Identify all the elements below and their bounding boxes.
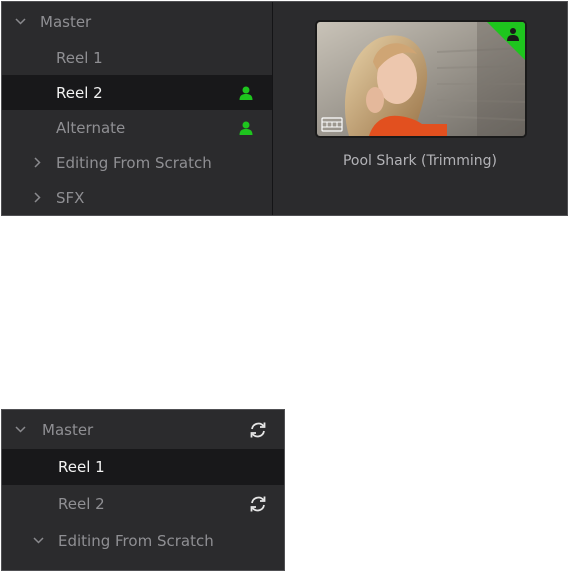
chevron-right-icon[interactable] (30, 191, 44, 205)
chevron-down-icon[interactable] (13, 423, 27, 437)
clip-name: Pool Shark (Trimming) (342, 153, 498, 169)
shared-user-icon (238, 120, 254, 136)
bin-row-reel-1[interactable]: Reel 1 (2, 449, 284, 485)
bin-label: Alternate (56, 118, 126, 137)
bin-row-editing-from-scratch[interactable]: Editing From Scratch (2, 145, 272, 180)
bin-row-alternate[interactable]: Alternate (2, 110, 272, 145)
clip-thumbnail[interactable] (315, 20, 527, 138)
bin-label: Reel 1 (58, 458, 105, 476)
bin-label: Reel 1 (56, 48, 103, 67)
bin-label: Editing From Scratch (56, 153, 212, 172)
chevron-right-icon[interactable] (30, 156, 44, 170)
sync-icon[interactable] (248, 420, 268, 440)
bin-label: Master (42, 420, 94, 439)
bin-row-reel-2[interactable]: Reel 2 (2, 486, 284, 521)
bin-row-master[interactable]: Master (2, 412, 284, 447)
bin-label: Editing From Scratch (58, 531, 214, 550)
bin-label: Reel 2 (58, 494, 105, 513)
chevron-down-icon[interactable] (31, 534, 45, 548)
bin-panel-bottom: Master Reel 1 Reel 2 Editing From Scratc… (1, 409, 285, 571)
bin-label: SFX (56, 188, 85, 207)
bin-row-master[interactable]: Master (2, 4, 272, 39)
panel-divider[interactable] (272, 2, 273, 215)
bin-label: Master (40, 12, 92, 31)
chevron-down-icon[interactable] (13, 15, 27, 29)
bin-row-reel-2[interactable]: Reel 2 (2, 75, 272, 110)
bin-list: Master Reel 1 Reel 2 Alternate Editing F… (2, 2, 272, 215)
bin-label: Reel 2 (56, 83, 103, 102)
bin-row-editing-from-scratch[interactable]: Editing From Scratch (2, 523, 284, 558)
bin-row-reel-1[interactable]: Reel 1 (2, 40, 272, 75)
bin-row-sfx[interactable]: SFX (2, 180, 272, 215)
sync-icon[interactable] (248, 494, 268, 514)
shared-user-icon (238, 85, 254, 101)
bin-panel-top: Master Reel 1 Reel 2 Alternate Editing F… (1, 1, 568, 216)
